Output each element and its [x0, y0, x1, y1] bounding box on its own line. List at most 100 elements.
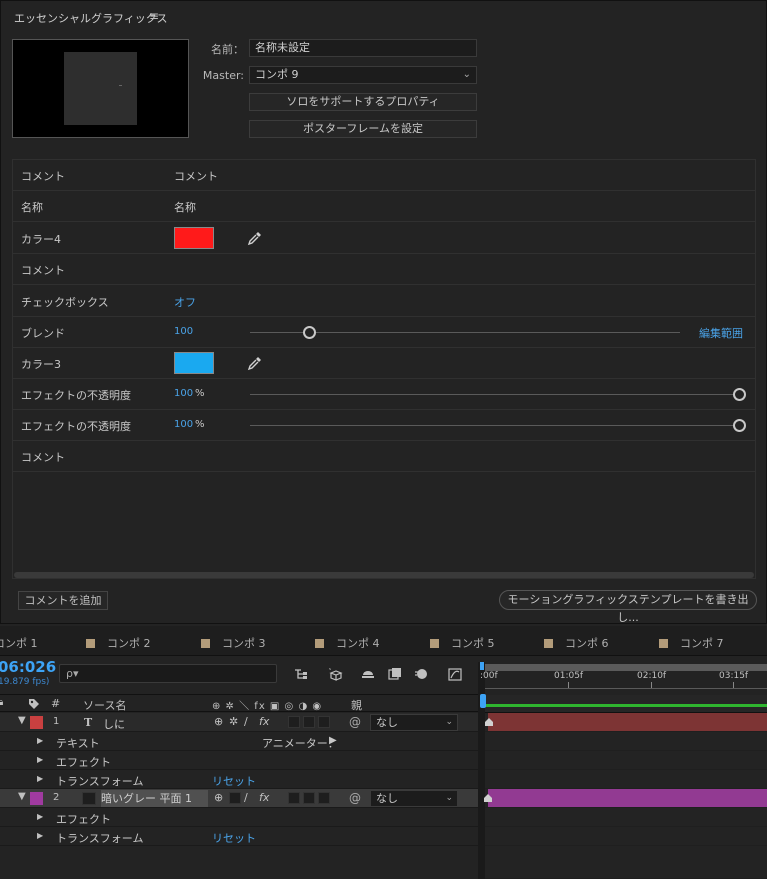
- layer-label-color[interactable]: [30, 716, 43, 729]
- twirl-closed-icon[interactable]: ▶: [37, 736, 43, 745]
- tab-comp-1[interactable]: コンポ 1: [0, 635, 38, 651]
- property-row-effect-opacity[interactable]: エフェクトの不透明度 100 %: [13, 379, 755, 410]
- property-value[interactable]: 名称: [174, 199, 196, 215]
- lock-icon[interactable]: 🔒︎: [0, 697, 3, 708]
- tab-comp-5[interactable]: コンポ 5: [430, 635, 495, 651]
- shy-switch-icon[interactable]: ⊕: [214, 791, 223, 804]
- layer-number-header: #: [51, 697, 61, 710]
- property-row-effect-opacity[interactable]: エフェクトの不透明度 100 %: [13, 410, 755, 441]
- reset-link[interactable]: リセット: [212, 773, 256, 789]
- fx-switch-icon[interactable]: fx: [259, 715, 269, 728]
- current-timecode[interactable]: 06:026: [0, 658, 56, 676]
- comp-flowchart-icon[interactable]: [293, 666, 309, 682]
- comp-icon: [544, 639, 553, 648]
- draft-3d-icon[interactable]: [327, 666, 343, 682]
- tab-comp-3[interactable]: コンポ 3: [201, 635, 266, 651]
- animator-add-icon[interactable]: ▶: [329, 735, 337, 746]
- pickwhip-icon[interactable]: @: [349, 715, 361, 729]
- adjustment-switch[interactable]: [318, 716, 330, 728]
- property-group-row[interactable]: ▶ トランスフォーム リセット: [0, 770, 478, 789]
- slider-value[interactable]: 100: [174, 388, 193, 399]
- twirl-closed-icon[interactable]: ▶: [37, 755, 43, 764]
- property-group-row[interactable]: ▶ エフェクト: [0, 751, 478, 770]
- property-row-checkbox[interactable]: チェックボックス オフ: [13, 286, 755, 317]
- property-group-row[interactable]: ▶ テキスト アニメーター： ▶: [0, 732, 478, 751]
- current-time-indicator[interactable]: [480, 694, 486, 708]
- shy-switch-icon[interactable]: ⊕: [214, 715, 223, 728]
- twirl-open-icon[interactable]: ▼: [18, 791, 26, 802]
- eyedropper-icon[interactable]: [247, 230, 263, 246]
- property-row-name[interactable]: 名称 名称: [13, 191, 755, 222]
- property-group-row[interactable]: ▶ エフェクト: [0, 808, 478, 827]
- shy-layers-icon[interactable]: [360, 666, 376, 682]
- name-input[interactable]: 名称未設定: [249, 39, 477, 57]
- slider-knob[interactable]: [733, 419, 746, 432]
- layer-duration-bar[interactable]: [488, 713, 767, 731]
- color-swatch[interactable]: [174, 352, 214, 374]
- label-tag-icon[interactable]: [28, 698, 40, 710]
- slider-track[interactable]: [250, 425, 740, 426]
- property-row-comment[interactable]: コメント: [13, 254, 755, 285]
- layer-name[interactable]: しに: [103, 716, 125, 732]
- collapse-switch[interactable]: [229, 792, 241, 804]
- quality-switch-icon[interactable]: ∕: [244, 791, 248, 804]
- tab-comp-4[interactable]: コンポ 4: [315, 635, 380, 651]
- fx-switch-icon[interactable]: fx: [259, 791, 269, 804]
- adjustment-switch[interactable]: [318, 792, 330, 804]
- slider-knob[interactable]: [303, 326, 317, 339]
- essential-graphics-panel: エッセンシャルグラフィックス ≡ 名前： 名称未設定 Master: コンポ 9…: [0, 0, 767, 624]
- set-poster-frame-button[interactable]: ポスターフレームを設定: [249, 120, 477, 138]
- property-row-comment[interactable]: コメント: [13, 441, 755, 472]
- property-row-comment[interactable]: コメント コメント: [13, 160, 755, 191]
- slider-value[interactable]: 100: [174, 419, 193, 430]
- twirl-open-icon[interactable]: ▼: [18, 715, 26, 726]
- motion-blur-icon[interactable]: [413, 666, 429, 682]
- layer-label-color[interactable]: [30, 792, 43, 805]
- solo-properties-button[interactable]: ソロをサポートするプロパティ: [249, 93, 477, 111]
- layer-duration-bar[interactable]: [488, 789, 767, 807]
- tab-comp-2[interactable]: コンポ 2: [86, 635, 151, 651]
- layer-name[interactable]: 暗いグレー 平面 1: [101, 790, 208, 807]
- slider-value[interactable]: 100: [174, 326, 193, 337]
- pickwhip-icon[interactable]: @: [349, 791, 361, 805]
- frame-blend-switch[interactable]: [288, 792, 300, 804]
- frame-blending-icon[interactable]: [387, 666, 403, 682]
- master-dropdown[interactable]: コンポ 9 ⌄: [249, 66, 477, 84]
- work-area-start-handle[interactable]: [480, 662, 484, 670]
- quality-switch-icon[interactable]: ∕: [244, 715, 248, 728]
- property-row-blend[interactable]: ブレンド 100 編集範囲: [13, 317, 755, 348]
- layer-search-input[interactable]: ρ▾: [59, 664, 277, 683]
- twirl-closed-icon[interactable]: ▶: [37, 812, 43, 821]
- reset-link[interactable]: リセット: [212, 830, 256, 846]
- twirl-closed-icon[interactable]: ▶: [37, 831, 43, 840]
- property-row-color3[interactable]: カラー3: [13, 348, 755, 379]
- source-name-header[interactable]: ソース名: [83, 697, 126, 713]
- panel-menu-icon[interactable]: ≡: [149, 9, 159, 23]
- slider-knob[interactable]: [733, 388, 746, 401]
- edit-range-link[interactable]: 編集範囲: [699, 325, 743, 341]
- eyedropper-icon[interactable]: [247, 355, 263, 371]
- work-area-bar[interactable]: [485, 664, 767, 671]
- motion-blur-switch[interactable]: [303, 792, 315, 804]
- ruler-tick-label: 03:15f: [719, 671, 749, 681]
- color-swatch[interactable]: [174, 227, 214, 249]
- layer-row[interactable]: ▼ 2 暗いグレー 平面 1 ⊕ ∕ fx @ なし ⌄: [0, 789, 478, 808]
- tab-comp-6[interactable]: コンポ 6: [544, 635, 609, 651]
- tab-comp-7[interactable]: コンポ 7: [659, 635, 724, 651]
- slider-track[interactable]: [250, 394, 740, 395]
- motion-blur-switch[interactable]: [303, 716, 315, 728]
- properties-scrollbar[interactable]: [14, 572, 754, 578]
- property-value[interactable]: コメント: [174, 168, 218, 184]
- export-template-button[interactable]: モーショングラフィックステンプレートを書き出し...: [499, 590, 757, 624]
- collapse-switch-icon[interactable]: ✲: [229, 715, 238, 728]
- twirl-closed-icon[interactable]: ▶: [37, 774, 43, 783]
- property-group-row[interactable]: ▶ トランスフォーム リセット: [0, 827, 478, 846]
- add-comment-button[interactable]: コメントを追加: [18, 591, 108, 610]
- layer-row[interactable]: ▼ 1 T しに ⊕ ✲ ∕ fx @ なし ⌄: [0, 713, 478, 732]
- parent-dropdown[interactable]: なし ⌄: [370, 714, 458, 731]
- frame-blend-switch[interactable]: [288, 716, 300, 728]
- graph-editor-icon[interactable]: [447, 666, 463, 682]
- parent-dropdown[interactable]: なし ⌄: [370, 790, 458, 807]
- checkbox-value[interactable]: オフ: [174, 294, 196, 310]
- property-row-color4[interactable]: カラー4: [13, 223, 755, 254]
